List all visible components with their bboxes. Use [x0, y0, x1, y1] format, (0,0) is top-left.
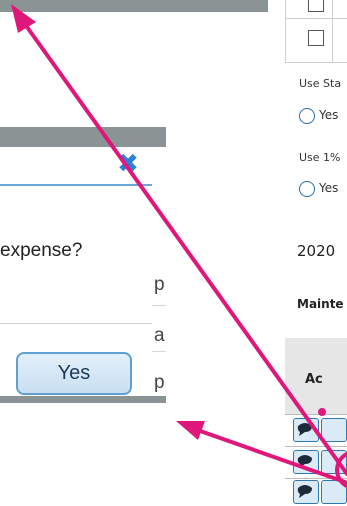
background-divider	[152, 351, 166, 352]
year-heading: 2020	[297, 242, 336, 260]
background-text: a	[154, 325, 165, 346]
comment-icon[interactable]	[293, 480, 319, 504]
dialog-divider	[0, 323, 152, 324]
close-icon[interactable]: ✖	[116, 151, 140, 177]
table-header-label: Ac	[305, 372, 323, 387]
row-action-button[interactable]	[321, 418, 347, 442]
comment-icon[interactable]	[293, 450, 319, 474]
table-row-divider	[285, 446, 347, 447]
top-bar	[0, 0, 268, 12]
table-border	[285, 62, 347, 63]
radio-icon[interactable]	[299, 108, 315, 124]
comment-icon[interactable]	[293, 418, 319, 442]
use-one-percent-yes: Yes	[319, 181, 339, 195]
table-row-divider	[285, 478, 347, 479]
dialog-titlebar: ✖	[0, 147, 152, 186]
maintenance-label: Mainte	[297, 297, 344, 311]
row-action-button[interactable]	[321, 450, 347, 474]
settings-pane: Use Sta Yes Use 1% Yes 2020 Mainte Ac	[285, 0, 347, 506]
radio-icon[interactable]	[299, 181, 315, 197]
background-text: p	[154, 372, 165, 393]
use-standard-yes: Yes	[319, 108, 339, 122]
table-border	[332, 0, 333, 62]
row-action-button[interactable]	[321, 480, 347, 504]
yes-button[interactable]: Yes	[16, 352, 132, 395]
use-one-percent-label: Use 1%	[299, 151, 341, 164]
background-strip	[152, 147, 166, 396]
table-border	[285, 18, 347, 19]
table-row-divider	[285, 414, 347, 415]
confirm-dialog: ✖ expense? Yes p a p	[0, 127, 166, 403]
background-divider	[152, 305, 166, 306]
dialog-body: ✖ expense? Yes	[0, 147, 154, 396]
checkbox-icon[interactable]	[308, 30, 324, 46]
table-border	[285, 0, 286, 62]
use-standard-label: Use Sta	[299, 77, 342, 90]
checkbox-icon[interactable]	[308, 0, 324, 12]
dialog-message: expense?	[0, 240, 83, 261]
background-text: p	[154, 274, 165, 295]
